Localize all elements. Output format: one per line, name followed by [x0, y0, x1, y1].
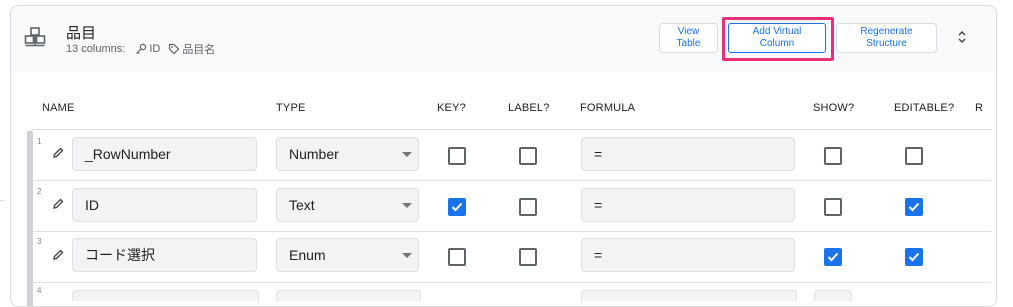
column-header-formula: FORMULA — [580, 102, 636, 114]
edit-pencil-icon[interactable] — [51, 197, 65, 211]
column-header-editable: EDITABLE? — [894, 102, 955, 114]
column-header-name: NAME — [42, 102, 75, 114]
column-count: 13 columns: — [66, 43, 126, 55]
key-checkbox[interactable] — [448, 147, 466, 165]
view-table-label: View Table — [676, 26, 701, 49]
column-type-select[interactable]: Enum — [276, 238, 419, 272]
table-header: 品目 13 columns: ID 品目名 View Table Add Vir — [11, 6, 996, 72]
key-icon — [136, 43, 147, 55]
row-drag-bar[interactable] — [27, 131, 33, 306]
row-number: 1 — [37, 137, 42, 146]
editable-checkbox[interactable] — [905, 248, 923, 266]
row-divider — [31, 231, 991, 232]
column-type-value: Number — [289, 146, 339, 162]
key-column-tag: ID — [135, 43, 160, 55]
checkmark-icon — [908, 202, 920, 212]
column-header-type: TYPE — [276, 102, 306, 114]
checkmark-icon — [827, 252, 839, 262]
column-type-value: Enum — [289, 247, 326, 263]
column-name-field[interactable]: _RowNumber — [72, 137, 257, 171]
label-tag-icon — [169, 43, 180, 55]
checkmark-icon — [451, 202, 463, 212]
regenerate-structure-button[interactable]: Regenerate Structure — [836, 23, 937, 53]
column-header-label: LABEL? — [508, 102, 550, 114]
key-checkbox[interactable] — [448, 198, 466, 216]
column-type-value: Text — [289, 197, 315, 213]
row-number: 2 — [37, 187, 42, 196]
view-table-button[interactable]: View Table — [659, 23, 718, 53]
table-structure-icon — [24, 27, 46, 47]
formula-value: = — [594, 146, 603, 162]
column-name-value: ID — [85, 197, 99, 213]
edit-pencil-icon[interactable] — [51, 248, 65, 262]
expand-collapse-icon[interactable] — [955, 29, 969, 45]
regenerate-structure-label: Regenerate Structure — [860, 26, 913, 49]
row-number: 3 — [37, 237, 42, 246]
formula-field[interactable]: = — [581, 238, 795, 272]
formula-value: = — [594, 197, 603, 213]
formula-field[interactable]: = — [581, 137, 795, 171]
column-type-select[interactable] — [276, 290, 421, 301]
row-divider — [31, 180, 991, 181]
dropdown-arrow-icon — [402, 152, 412, 157]
dropdown-arrow-icon — [402, 203, 412, 208]
show-field[interactable] — [814, 290, 852, 301]
key-column-name: ID — [149, 43, 161, 55]
highlight-box — [722, 17, 834, 61]
show-checkbox[interactable] — [824, 248, 842, 266]
formula-field[interactable]: = — [581, 188, 795, 222]
table-meta: 13 columns: ID 品目名 — [66, 41, 223, 57]
column-name-value: _RowNumber — [85, 146, 171, 162]
column-header-show: SHOW? — [813, 102, 855, 114]
column-header-key: KEY? — [437, 102, 466, 114]
table-title: 品目 — [66, 25, 97, 42]
column-type-select[interactable]: Text — [276, 188, 419, 222]
show-checkbox[interactable] — [824, 147, 842, 165]
row-divider — [31, 282, 991, 283]
label-column-tag: 品目名 — [168, 41, 215, 57]
column-name-field[interactable] — [72, 290, 259, 301]
formula-value: = — [594, 247, 603, 263]
key-checkbox[interactable] — [448, 248, 466, 266]
label-checkbox[interactable] — [519, 147, 537, 165]
show-checkbox[interactable] — [824, 198, 842, 216]
header-divider — [31, 129, 991, 130]
checkmark-icon — [908, 252, 920, 262]
formula-field[interactable] — [581, 290, 797, 301]
column-type-select[interactable]: Number — [276, 137, 419, 171]
column-name-field[interactable]: ID — [72, 188, 257, 222]
label-checkbox[interactable] — [519, 248, 537, 266]
editable-checkbox[interactable] — [905, 147, 923, 165]
label-column-name: 品目名 — [182, 44, 216, 56]
label-checkbox[interactable] — [519, 198, 537, 216]
column-name-field[interactable]: コード選択 — [72, 238, 257, 272]
table-card: 品目 13 columns: ID 品目名 View Table Add Vir — [10, 5, 997, 307]
column-header-truncated: R — [975, 102, 984, 114]
edit-pencil-icon[interactable] — [51, 146, 65, 160]
dropdown-arrow-icon — [402, 253, 412, 258]
column-name-value: コード選択 — [85, 247, 155, 263]
editable-checkbox[interactable] — [905, 198, 923, 216]
page-edge-divider — [0, 200, 5, 201]
